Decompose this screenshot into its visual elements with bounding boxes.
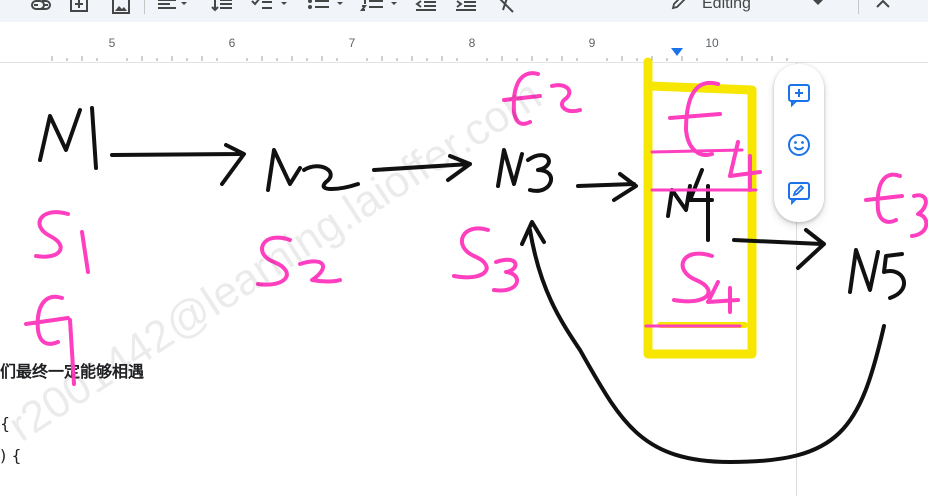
cycle-back-arrow bbox=[520, 220, 886, 464]
yellow-highlight-box bbox=[643, 57, 757, 359]
pink-f4 bbox=[668, 80, 762, 192]
arrow-n2-n3 bbox=[372, 154, 472, 182]
pink-s1 bbox=[34, 210, 90, 274]
arrow-n1-n2 bbox=[110, 143, 246, 186]
pink-s3 bbox=[452, 226, 519, 293]
emoji-reaction-icon[interactable] bbox=[786, 132, 812, 158]
pink-s2 bbox=[256, 235, 342, 287]
suggest-edits-icon[interactable] bbox=[786, 180, 812, 206]
node-n4-stroke bbox=[666, 168, 714, 242]
arrow-n3-n4 bbox=[576, 172, 638, 202]
node-n3-stroke bbox=[496, 148, 553, 193]
pink-f1 bbox=[24, 294, 76, 386]
add-comment-icon[interactable] bbox=[786, 82, 812, 108]
pink-s4 bbox=[672, 251, 740, 314]
pink-f3 bbox=[864, 172, 928, 238]
pink-f2 bbox=[502, 71, 582, 126]
node-n1-stroke bbox=[38, 106, 98, 170]
node-n5-stroke bbox=[848, 248, 906, 300]
node-n2-stroke bbox=[266, 148, 360, 192]
floating-side-panel bbox=[774, 64, 824, 222]
